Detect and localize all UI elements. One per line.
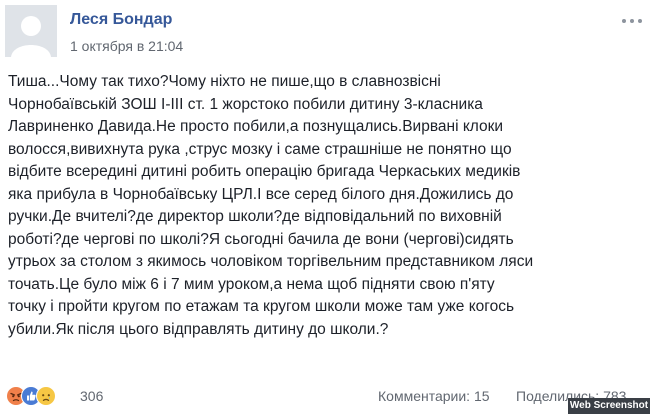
comments-count[interactable]: Комментарии: 15: [378, 388, 490, 404]
post-text: Тиша...Чому так тихо?Чому ніхто не пише,…: [8, 71, 644, 341]
author-name[interactable]: Леся Бондар: [70, 11, 172, 29]
post-timestamp[interactable]: 1 октября в 21:04: [70, 38, 183, 54]
ellipsis-horizontal-icon[interactable]: [620, 16, 644, 26]
post-text-line: точать.Це було між 6 і 7 мим уроком,а не…: [8, 275, 495, 293]
post-text-line: убили.Як після цього відправлять дитину …: [8, 320, 389, 338]
watermark-label: Web Screenshot: [568, 398, 650, 414]
default-avatar-icon: [5, 5, 57, 57]
post-text-line: ручки.Де вчителі?де директор школи?де ві…: [8, 208, 502, 225]
avatar[interactable]: [5, 5, 57, 57]
post-text-line: Лавриненко Давида.Не просто побили,а поз…: [8, 118, 504, 135]
post-header: Леся Бондар 1 октября в 21:04: [0, 0, 650, 60]
reaction-count[interactable]: 306: [80, 388, 103, 404]
post-text-line: волосся,вивихнута рука ,струс мозку і са…: [8, 140, 512, 158]
post-text-line: відбите всередині дитині робить операцію…: [8, 163, 521, 180]
post-text-line: Чорнобаївській ЗОШ І-ІІІ ст. 1 жорстоко …: [8, 95, 483, 113]
sad-reaction-icon: [36, 386, 56, 406]
post-text-line: точку і пройти кругом по етажам та круго…: [8, 298, 515, 315]
post-text-line: роботі?де чергові по школі?Я сьогодні ба…: [8, 230, 514, 248]
post-text-line: Тиша...Чому так тихо?Чому ніхто не пише,…: [8, 73, 441, 90]
post-text-line: яка прибула в Чорнобаївську ЦРЛ.І все се…: [8, 185, 514, 203]
post-text-line: утрьох за столом з якимось чоловіком тор…: [8, 253, 534, 270]
